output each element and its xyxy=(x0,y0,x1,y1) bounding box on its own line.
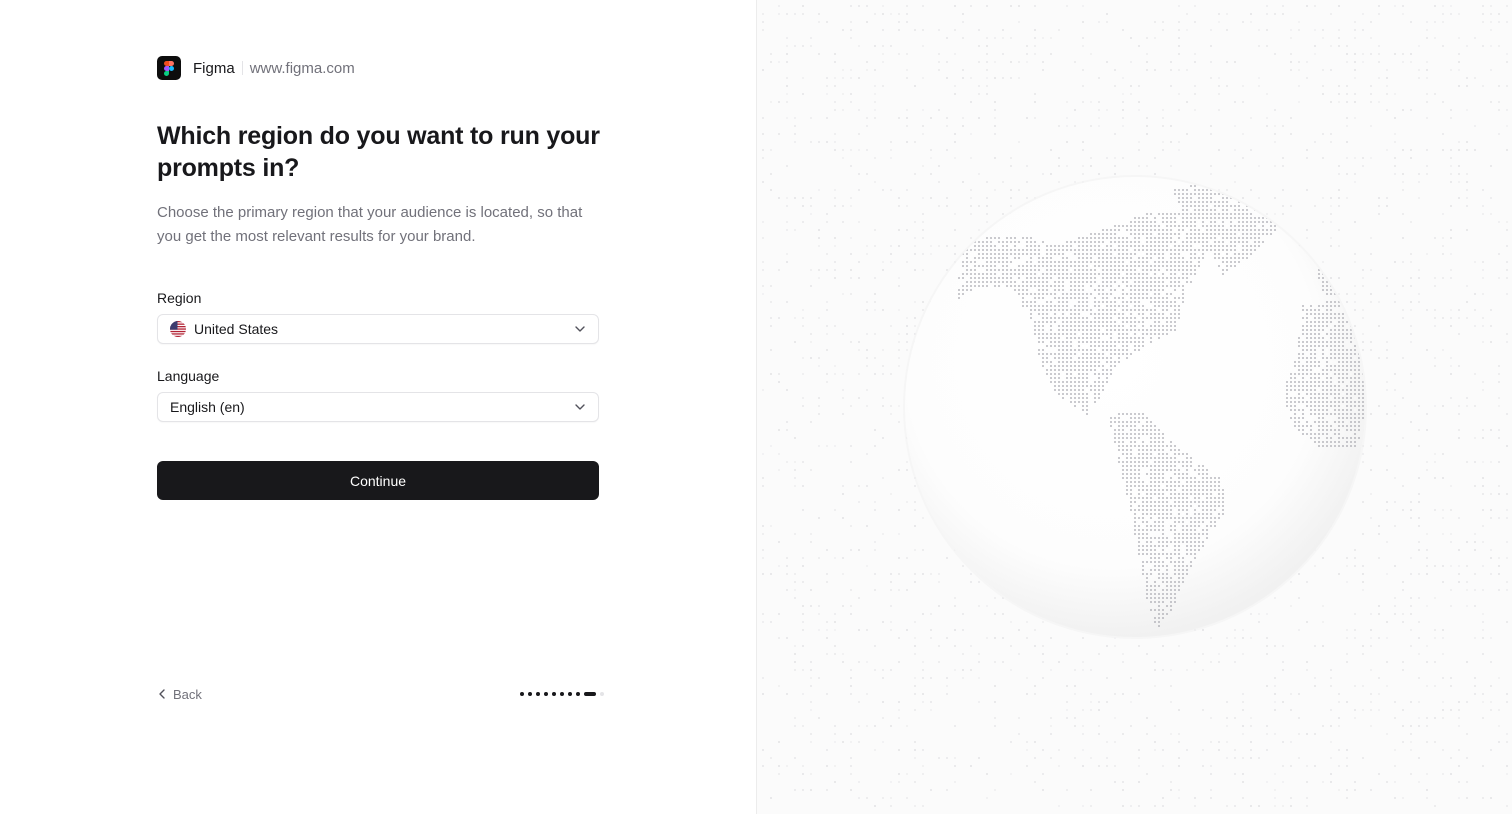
progress-indicator xyxy=(520,692,608,696)
progress-dot xyxy=(600,692,604,696)
figma-logo-icon xyxy=(157,56,181,80)
progress-dot xyxy=(576,692,580,696)
onboarding-panel: Figma www.figma.com Which region do you … xyxy=(0,0,756,814)
continue-button[interactable]: Continue xyxy=(157,461,599,500)
language-select[interactable]: English (en) xyxy=(157,392,599,422)
globe-americas-dotted-icon xyxy=(762,5,1508,807)
chevron-down-icon xyxy=(574,401,586,413)
region-select[interactable]: United States xyxy=(157,314,599,344)
back-label: Back xyxy=(173,686,202,702)
region-value: United States xyxy=(194,321,279,337)
progress-dot xyxy=(528,692,532,696)
us-flag-icon xyxy=(170,321,186,337)
chevron-left-icon xyxy=(159,689,165,699)
language-value: English (en) xyxy=(170,399,245,415)
page-subtitle: Choose the primary region that your audi… xyxy=(157,204,583,245)
region-label: Region xyxy=(157,290,202,306)
progress-dot xyxy=(520,692,524,696)
chevron-down-icon xyxy=(574,323,586,335)
progress-dot xyxy=(584,692,596,696)
progress-dot xyxy=(544,692,548,696)
page-title: Which region do you want to run your pro… xyxy=(157,122,600,182)
illustration-panel xyxy=(756,0,1512,814)
brand-header: Figma www.figma.com xyxy=(157,56,355,80)
language-label: Language xyxy=(157,368,220,384)
progress-dot xyxy=(552,692,556,696)
back-button[interactable]: Back xyxy=(159,685,202,703)
progress-dot xyxy=(560,692,564,696)
brand-name: Figma xyxy=(193,59,235,77)
progress-dot xyxy=(568,692,572,696)
brand-url: www.figma.com xyxy=(249,59,355,77)
brand-separator xyxy=(241,61,243,75)
progress-dot xyxy=(536,692,540,696)
